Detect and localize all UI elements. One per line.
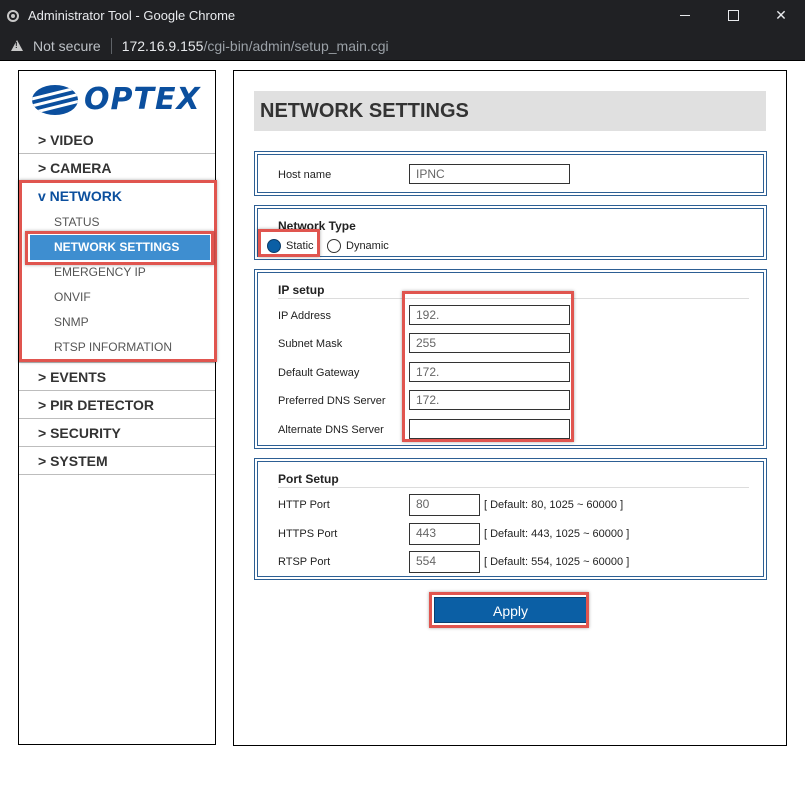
network-type-legend: Network Type: [278, 219, 356, 233]
sidebar-item-camera[interactable]: > CAMERA: [19, 154, 215, 182]
window-controls: ✕: [661, 0, 805, 31]
ip-setup-legend: IP setup: [278, 283, 325, 297]
sidebar-subitem-status[interactable]: STATUS: [19, 210, 215, 235]
rtsp-port-label: RTSP Port: [278, 556, 331, 568]
sidebar-item-system[interactable]: > SYSTEM: [19, 447, 215, 475]
ip-setup-section: IP setup IP Address 192. Subnet Mask 255…: [254, 269, 767, 449]
sidebar-item-events[interactable]: > EVENTS: [19, 363, 215, 391]
address-separator: [110, 37, 112, 54]
http-port-label: HTTP Port: [278, 499, 330, 511]
sidebar-item-security[interactable]: > SECURITY: [19, 419, 215, 447]
optex-logo: OPTEX: [32, 83, 201, 117]
host-name-section: Host name IPNC: [254, 151, 767, 196]
window-title: Administrator Tool - Google Chrome: [28, 8, 236, 23]
ip-address-input[interactable]: 192.: [409, 305, 570, 325]
http-port-hint: [ Default: 80, 1025 ~ 60000 ]: [484, 499, 624, 511]
close-window-button[interactable]: ✕: [757, 0, 805, 31]
rtsp-port-input[interactable]: 554: [409, 551, 480, 573]
url-text[interactable]: 172.16.9.155/cgi-bin/admin/setup_main.cg…: [122, 38, 389, 54]
port-setup-section: Port Setup HTTP Port 80 [ Default: 80, 1…: [254, 458, 767, 580]
url-host: 172.16.9.155: [121, 37, 204, 54]
minimize-icon: [680, 15, 690, 16]
minimize-button[interactable]: [661, 0, 709, 31]
default-gateway-label: Default Gateway: [278, 367, 360, 379]
preferred-dns-label: Preferred DNS Server: [278, 395, 386, 407]
dynamic-label[interactable]: Dynamic: [346, 240, 389, 252]
subnet-mask-label: Subnet Mask: [278, 338, 343, 350]
https-port-input[interactable]: 443: [409, 523, 480, 545]
alternate-dns-input[interactable]: [409, 419, 570, 439]
browser-title-bar: Administrator Tool - Google Chrome ✕: [0, 0, 805, 31]
sidebar-subitem-snmp[interactable]: SNMP: [19, 310, 215, 335]
host-name-label: Host name: [278, 169, 332, 181]
host-name-input[interactable]: IPNC: [409, 164, 570, 184]
sidebar-item-pir-detector[interactable]: > PIR DETECTOR: [19, 391, 215, 419]
https-port-label: HTTPS Port: [278, 528, 338, 540]
default-gateway-input[interactable]: 172.: [409, 362, 570, 382]
https-port-hint: [ Default: 443, 1025 ~ 60000 ]: [484, 528, 630, 540]
static-radio[interactable]: [267, 239, 281, 253]
http-port-input[interactable]: 80: [409, 494, 480, 516]
network-group: v NETWORK STATUS NETWORK SETTINGS EMERGE…: [19, 182, 215, 363]
sidebar-nav: > VIDEO > CAMERA v NETWORK STATUS NETWOR…: [19, 126, 215, 475]
url-path: /cgi-bin/admin/setup_main.cgi: [203, 37, 389, 54]
page-title: NETWORK SETTINGS: [254, 91, 766, 131]
dynamic-radio[interactable]: [327, 239, 341, 253]
rtsp-port-hint: [ Default: 554, 1025 ~ 60000 ]: [484, 556, 630, 568]
sidebar-panel: OPTEX > VIDEO > CAMERA v NETWORK STATUS …: [18, 70, 216, 745]
static-label[interactable]: Static: [286, 240, 314, 252]
subnet-mask-input[interactable]: 255: [409, 333, 570, 353]
apply-button[interactable]: Apply: [434, 597, 587, 623]
sidebar-item-video[interactable]: > VIDEO: [19, 126, 215, 154]
security-status[interactable]: Not secure: [33, 38, 101, 54]
close-icon: ✕: [775, 7, 787, 23]
sidebar-subitem-onvif[interactable]: ONVIF: [19, 285, 215, 310]
maximize-button[interactable]: [709, 0, 757, 31]
alternate-dns-label: Alternate DNS Server: [278, 424, 384, 436]
optex-globe-icon: [32, 85, 78, 115]
sidebar-subitem-rtsp-information[interactable]: RTSP INFORMATION: [19, 335, 215, 360]
address-bar[interactable]: Not secure 172.16.9.155/cgi-bin/admin/se…: [0, 31, 805, 61]
ip-setup-divider: [278, 298, 749, 299]
logo-text: OPTEX: [84, 82, 201, 117]
sidebar-subitem-network-settings[interactable]: NETWORK SETTINGS: [30, 235, 210, 260]
warning-icon: [11, 40, 23, 51]
network-type-section: Network Type Static Dynamic: [254, 205, 767, 260]
chrome-app-icon: [7, 9, 19, 22]
port-setup-legend: Port Setup: [278, 472, 339, 486]
preferred-dns-input[interactable]: 172.: [409, 390, 570, 410]
maximize-icon: [727, 10, 739, 21]
ip-address-label: IP Address: [278, 310, 331, 322]
sidebar-item-network[interactable]: v NETWORK: [19, 182, 215, 210]
port-setup-divider: [278, 487, 749, 488]
content-panel: NETWORK SETTINGS Host name IPNC Network …: [233, 70, 787, 746]
sidebar-subitem-emergency-ip[interactable]: EMERGENCY IP: [19, 260, 215, 285]
